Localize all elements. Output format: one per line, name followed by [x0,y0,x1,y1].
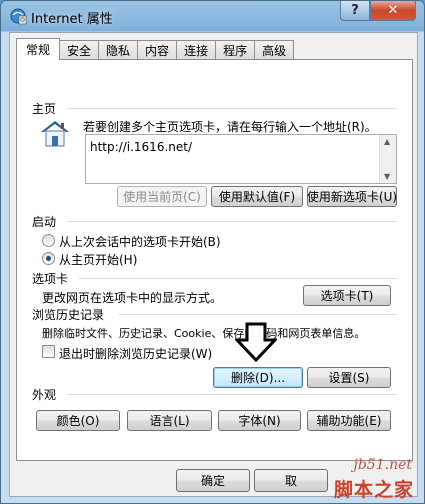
startup-homepage-radio[interactable] [42,252,55,265]
homepage-textarea[interactable]: http://i.1616.net/ ▲ ▼ [85,134,397,184]
history-settings-button[interactable]: 设置(S) [307,367,391,388]
homepage-description: 若要创建多个主页选项卡，请在每行输入一个地址(R)。 [83,120,377,134]
internet-options-icon [10,8,27,25]
startup-last-session-label[interactable]: 从上次会话中的选项卡开始(B) [59,233,221,250]
history-separator [119,314,397,315]
window-title: Internet 属性 [31,12,113,27]
tab-advanced[interactable]: 高级 [254,40,295,60]
help-button[interactable]: ? [340,1,370,21]
history-section-label: 浏览历史记录 [32,306,109,323]
title-bar[interactable]: Internet 属性 ? ✕ [1,1,424,32]
general-tab-panel: 主页 若要创建多个主页选项卡，请在每行输入一个地址(R)。 http://i.1… [16,59,413,461]
tab-programs[interactable]: 程序 [215,40,256,60]
scroll-down-icon[interactable]: ▼ [384,172,390,181]
appearance-separator [67,394,397,395]
tabs-settings-button[interactable]: 选项卡(T) [303,285,391,306]
home-house-icon [41,121,69,147]
close-icon: ✕ [387,3,399,18]
ok-button[interactable]: 确定 [176,469,250,492]
tab-strip: 常规 安全 隐私 内容 连接 程序 高级 [16,38,295,60]
watermark-url: jb51.net [353,457,413,473]
close-button[interactable]: ✕ [370,1,416,21]
homepage-scrollbar[interactable]: ▲ ▼ [379,135,396,183]
delete-on-exit-label[interactable]: 退出时删除浏览历史记录(W) [59,345,212,362]
dialog-body: 常规 安全 隐私 内容 连接 程序 高级 主页 若要创建多个主页选项卡，请在每行… [9,32,418,497]
internet-properties-window: Internet 属性 ? ✕ 常规 安全 隐私 内容 连接 程序 高级 主页 … [0,0,425,504]
tab-privacy[interactable]: 隐私 [98,40,139,60]
homepage-url-value: http://i.1616.net/ [90,140,192,154]
startup-section-label: 启动 [32,213,61,230]
arrow-down-icon [235,322,277,362]
tab-general[interactable]: 常规 [16,38,61,60]
fonts-button[interactable]: 字体(N) [218,410,301,431]
startup-separator [67,221,397,222]
startup-homepage-label[interactable]: 从主页开始(H) [59,251,137,268]
tabs-section-label: 选项卡 [32,270,73,287]
homepage-separator [67,108,397,109]
use-current-button[interactable]: 使用当前页(C) [117,186,207,207]
delete-on-exit-checkbox[interactable] [42,345,55,358]
watermark-text: 脚本之家 [333,479,414,501]
tab-security[interactable]: 安全 [59,40,100,60]
languages-button[interactable]: 语言(L) [127,410,212,431]
help-icon: ? [351,3,359,18]
homepage-section-label: 主页 [32,100,61,117]
scroll-up-icon[interactable]: ▲ [384,137,390,146]
tab-content[interactable]: 内容 [137,40,178,60]
colors-button[interactable]: 颜色(O) [36,410,120,431]
delete-history-button[interactable]: 删除(D)... [213,367,303,388]
use-new-tab-button[interactable]: 使用新选项卡(U) [307,186,397,207]
startup-last-session-radio[interactable] [42,234,55,247]
tabs-section-description: 更改网页在选项卡中的显示方式。 [42,291,223,305]
site-watermark: jb51.net 脚本之家 [280,457,420,501]
tab-connections[interactable]: 连接 [176,40,217,60]
use-default-button[interactable]: 使用默认值(F) [211,186,303,207]
history-description: 删除临时文件、历史记录、Cookie、保存的密码和网页表单信息。 [42,327,366,340]
tabs-section-separator [79,278,397,279]
accessibility-button[interactable]: 辅助功能(E) [307,410,391,431]
appearance-section-label: 外观 [32,386,61,403]
